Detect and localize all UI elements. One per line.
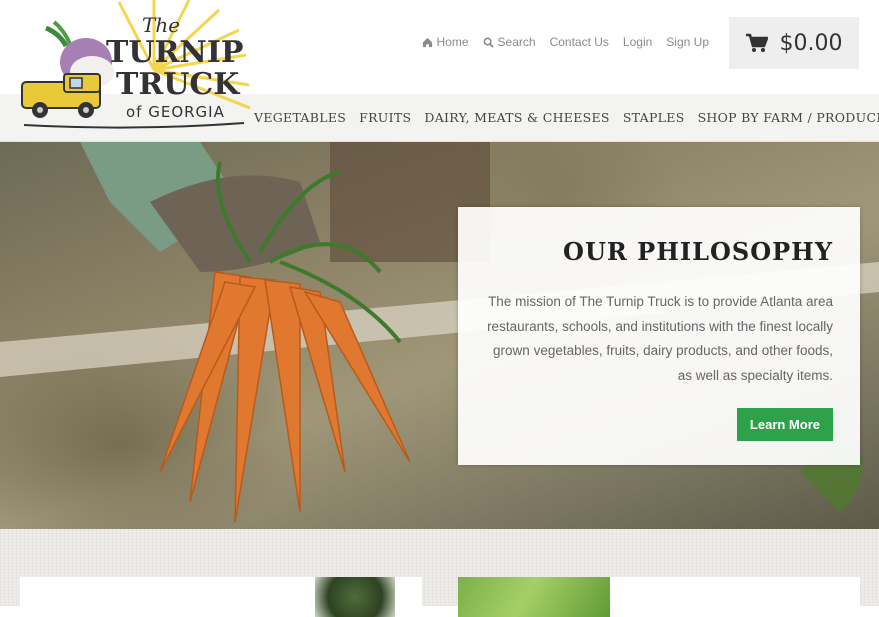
search-link-label: Search bbox=[497, 35, 536, 49]
nav-fruits[interactable]: FRUITS bbox=[359, 110, 411, 125]
feature-tile-image bbox=[458, 577, 610, 617]
logo-text-truck: TRUCK bbox=[116, 67, 240, 102]
home-link[interactable]: Home bbox=[422, 35, 469, 49]
site-header: The TURNIP TRUCK of GEORGIA Home Search … bbox=[0, 0, 879, 142]
philosophy-card: OUR PHILOSOPHY The mission of The Turnip… bbox=[458, 207, 860, 465]
signup-link[interactable]: Sign Up bbox=[666, 35, 709, 49]
logo-text-georgia: of GEORGIA bbox=[126, 103, 225, 121]
main-nav: VEGETABLES FRUITS DAIRY, MEATS & CHEESES… bbox=[254, 110, 879, 125]
nav-shop-by-farm[interactable]: SHOP BY FARM / PRODUCER bbox=[698, 110, 879, 125]
logo-text-turnip: TURNIP bbox=[106, 35, 243, 70]
utility-links: Home Search Contact Us Login Sign Up bbox=[422, 35, 709, 49]
cart-icon bbox=[745, 33, 768, 52]
contact-link[interactable]: Contact Us bbox=[550, 35, 609, 49]
logo-text-the: The bbox=[142, 13, 180, 37]
philosophy-text: The mission of The Turnip Truck is to pr… bbox=[487, 294, 833, 383]
featured-section bbox=[0, 529, 879, 617]
cart-total: $0.00 bbox=[779, 30, 843, 56]
hero-banner: OUR PHILOSOPHY The mission of The Turnip… bbox=[0, 142, 879, 529]
search-link[interactable]: Search bbox=[483, 35, 536, 49]
feature-tile[interactable] bbox=[20, 577, 422, 617]
home-icon bbox=[422, 37, 432, 47]
site-logo[interactable]: The TURNIP TRUCK of GEORGIA bbox=[14, 0, 254, 135]
nav-staples[interactable]: STAPLES bbox=[623, 110, 685, 125]
nav-vegetables[interactable]: VEGETABLES bbox=[254, 110, 346, 125]
feature-tile[interactable] bbox=[458, 577, 860, 617]
search-icon bbox=[483, 37, 494, 48]
learn-more-button[interactable]: Learn More bbox=[736, 408, 833, 441]
nav-dairy-meats-cheeses[interactable]: DAIRY, MEATS & CHEESES bbox=[424, 110, 609, 125]
login-link[interactable]: Login bbox=[623, 35, 652, 49]
turnip-truck-logo-icon: The TURNIP TRUCK of GEORGIA bbox=[21, 0, 251, 129]
cart-button[interactable]: $0.00 bbox=[729, 17, 859, 69]
feature-tile-image bbox=[315, 577, 395, 617]
philosophy-title: OUR PHILOSOPHY bbox=[563, 237, 833, 266]
home-link-label: Home bbox=[436, 35, 469, 49]
